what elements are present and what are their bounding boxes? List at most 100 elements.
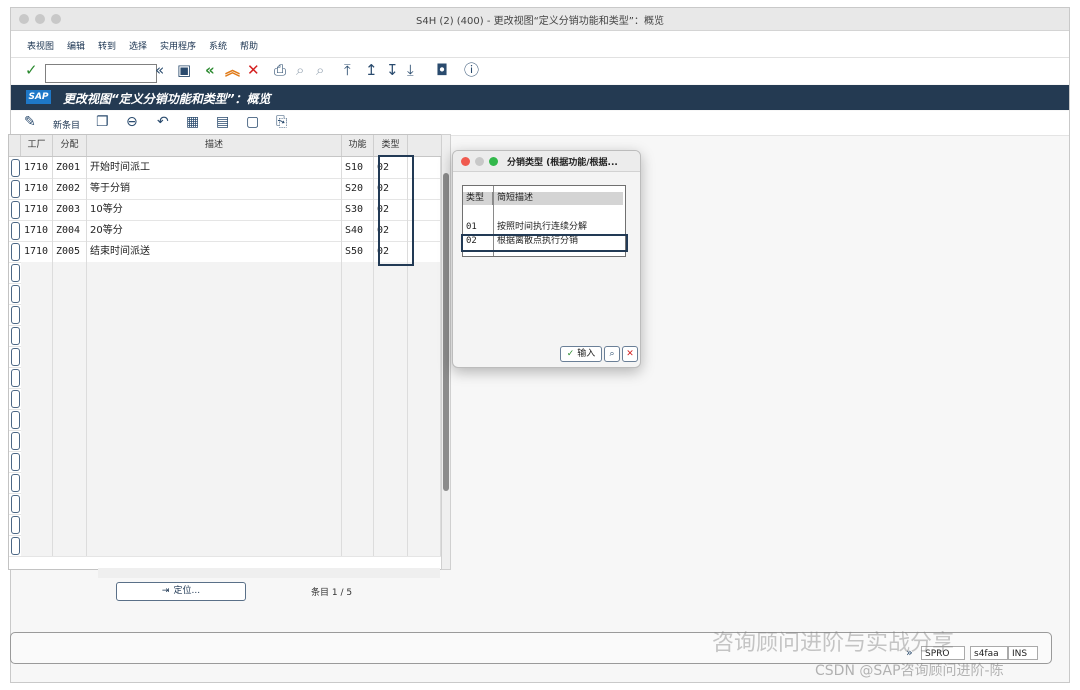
cell-function[interactable]: S50 [342, 241, 374, 262]
cell-type[interactable] [374, 451, 408, 472]
print-icon[interactable]: ⎙ [274, 62, 286, 78]
popup-row-1-desc[interactable]: 按照时间执行连续分解 [494, 221, 623, 234]
cell-description[interactable] [87, 451, 342, 472]
cell-assignment[interactable]: Z003 [53, 199, 87, 220]
row-selector[interactable] [11, 432, 20, 450]
row-selector[interactable] [11, 306, 20, 324]
table-row[interactable] [9, 493, 441, 515]
scroll-thumb[interactable] [443, 173, 449, 491]
menu-select[interactable]: 选择 [129, 39, 147, 52]
cell-function[interactable] [342, 535, 374, 556]
cell-plant[interactable] [21, 535, 53, 556]
last-page-icon[interactable]: ⤓ [407, 62, 414, 78]
cell-assignment[interactable] [53, 472, 87, 493]
cell-assignment[interactable] [53, 493, 87, 514]
row-selector[interactable] [11, 453, 20, 471]
row-selector[interactable] [11, 327, 20, 345]
cell-function[interactable]: S20 [342, 178, 374, 199]
table-row[interactable] [9, 430, 441, 452]
select-block-icon[interactable]: ▤ [216, 114, 229, 130]
menu-edit[interactable]: 编辑 [67, 39, 85, 52]
table-row[interactable]: 1710 Z004 20等分 S40 02 [9, 220, 441, 242]
cell-function[interactable] [342, 451, 374, 472]
cell-type[interactable] [374, 472, 408, 493]
menu-help[interactable]: 帮助 [240, 39, 258, 52]
position-button[interactable]: ⇥ 定位... [116, 582, 246, 601]
cell-type[interactable] [374, 535, 408, 556]
exit-icon[interactable]: ︽ [225, 62, 240, 78]
find-next-icon[interactable]: ⌕ [316, 62, 324, 78]
column-plant[interactable]: 工厂 [21, 135, 53, 156]
save-icon[interactable]: ▣ [177, 62, 191, 78]
cell-description[interactable] [87, 493, 342, 514]
row-selector[interactable] [11, 264, 20, 282]
popup-row-1-type[interactable]: 01 [463, 221, 493, 234]
cell-description[interactable] [87, 472, 342, 493]
table-row[interactable] [9, 451, 441, 473]
row-selector[interactable] [11, 474, 20, 492]
cell-function[interactable] [342, 283, 374, 304]
cell-assignment[interactable] [53, 346, 87, 367]
cell-function[interactable] [342, 514, 374, 535]
cell-function[interactable] [342, 430, 374, 451]
help-icon[interactable]: ⓘ [464, 62, 479, 78]
variant-icon[interactable]: ⎘ [276, 114, 287, 130]
cell-description[interactable] [87, 409, 342, 430]
cell-function[interactable] [342, 367, 374, 388]
cell-type[interactable] [374, 430, 408, 451]
menu-utilities[interactable]: 实用程序 [160, 39, 196, 52]
menu-table-view[interactable]: 表视图 [27, 39, 54, 52]
select-all-icon[interactable]: ▦ [186, 114, 199, 130]
cell-assignment[interactable] [53, 535, 87, 556]
row-selector[interactable] [11, 285, 20, 303]
cell-assignment[interactable] [53, 283, 87, 304]
row-selector[interactable] [11, 537, 20, 555]
table-row[interactable]: 1710 Z002 等于分销 S20 02 [9, 178, 441, 200]
table-row[interactable] [9, 367, 441, 389]
row-selector[interactable] [11, 243, 20, 261]
cell-assignment[interactable] [53, 262, 87, 283]
column-function[interactable]: 功能 [342, 135, 374, 156]
cell-function[interactable] [342, 493, 374, 514]
previous-page-icon[interactable]: ↥ [365, 62, 378, 78]
column-type[interactable]: 类型 [374, 135, 408, 156]
undo-icon[interactable]: ↶ [157, 114, 169, 130]
row-selector[interactable] [11, 201, 20, 219]
cell-type[interactable] [374, 304, 408, 325]
cell-description[interactable] [87, 430, 342, 451]
next-page-icon[interactable]: ↧ [386, 62, 399, 78]
popup-column-description[interactable]: 简短描述 [494, 192, 623, 205]
menu-goto[interactable]: 转到 [98, 39, 116, 52]
cell-description[interactable] [87, 304, 342, 325]
cell-function[interactable] [342, 346, 374, 367]
cell-description[interactable] [87, 535, 342, 556]
row-selector[interactable] [11, 516, 20, 534]
table-row[interactable] [9, 409, 441, 431]
cell-plant[interactable] [21, 493, 53, 514]
cell-assignment[interactable] [53, 388, 87, 409]
cell-type[interactable] [374, 283, 408, 304]
display-change-icon[interactable]: ✎ [24, 114, 36, 130]
cell-function[interactable] [342, 304, 374, 325]
cell-description[interactable]: 开始时间派工 [87, 157, 342, 178]
find-icon[interactable]: ⌕ [296, 62, 304, 78]
insert-mode[interactable]: INS [1008, 646, 1038, 660]
table-row[interactable] [9, 262, 441, 284]
back-icon[interactable]: « [205, 62, 215, 78]
dialog-close-icon[interactable] [461, 157, 470, 166]
cell-description[interactable] [87, 514, 342, 535]
cell-plant[interactable] [21, 430, 53, 451]
cell-plant[interactable] [21, 304, 53, 325]
cell-description[interactable]: 结束时间派送 [87, 241, 342, 262]
vertical-scrollbar[interactable] [441, 134, 451, 570]
enter-button[interactable]: ✓ 输入 [560, 346, 602, 362]
server-name[interactable]: s4faa [970, 646, 1008, 660]
deselect-all-icon[interactable]: ▢ [246, 114, 259, 130]
enter-check-icon[interactable]: ✓ [25, 62, 38, 78]
table-row[interactable] [9, 283, 441, 305]
table-row[interactable] [9, 388, 441, 410]
row-selector[interactable] [11, 159, 20, 177]
cell-plant[interactable] [21, 346, 53, 367]
cell-description[interactable]: 20等分 [87, 220, 342, 241]
cell-assignment[interactable] [53, 367, 87, 388]
